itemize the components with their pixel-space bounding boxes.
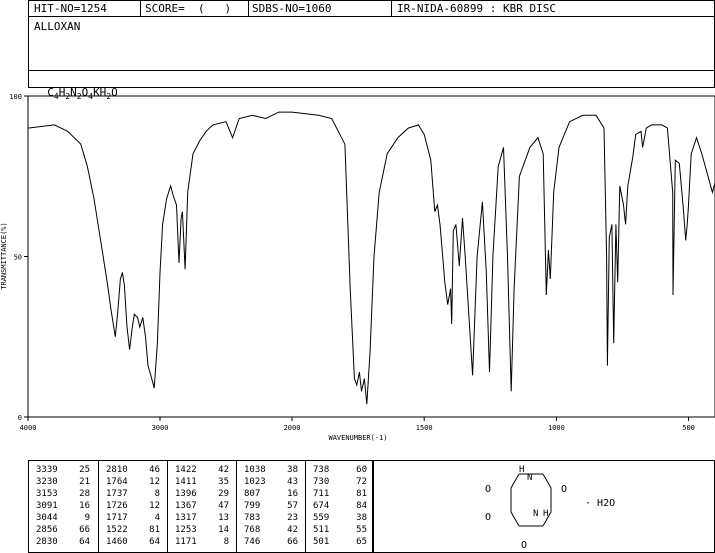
peak-col-sep-2 (167, 460, 168, 553)
atom-n-right: N (533, 509, 538, 519)
peak-wavenumber: 738 (313, 465, 330, 475)
peak-transmittance: 13 (218, 513, 229, 523)
peak-transmittance: 16 (287, 489, 298, 499)
peak-transmittance: 55 (356, 525, 367, 535)
peak-transmittance: 65 (356, 537, 367, 547)
peak-wavenumber: 1411 (175, 477, 197, 487)
peak-transmittance: 60 (356, 465, 367, 475)
alloxan-structure: O O O O H H N N · H2O (485, 465, 615, 551)
peak-wavenumber: 1460 (106, 537, 128, 547)
atom-o-bottom: O (521, 540, 527, 551)
peak-transmittance: 66 (79, 525, 90, 535)
peak-wavenumber: 559 (313, 513, 330, 523)
peak-transmittance: 64 (79, 537, 90, 547)
spectrum-line (27, 111, 715, 405)
atom-h-right: H (543, 509, 548, 519)
peak-transmittance: 8 (223, 537, 229, 547)
peak-wavenumber: 3230 (36, 477, 58, 487)
atom-o-right-top: O (561, 484, 567, 495)
atom-o-left-bottom: O (485, 512, 491, 523)
peak-wavenumber: 730 (313, 477, 330, 487)
peak-transmittance: 8 (154, 489, 160, 499)
peak-wavenumber: 1317 (175, 513, 197, 523)
peak-transmittance: 64 (149, 537, 160, 547)
peak-wavenumber: 1522 (106, 525, 128, 535)
x-axis-label: WAVENUMBER(-1) (328, 434, 387, 442)
peak-wavenumber: 1038 (244, 465, 266, 475)
peak-transmittance: 43 (287, 477, 298, 487)
peak-wavenumber: 3091 (36, 501, 58, 511)
peak-wavenumber: 746 (244, 537, 261, 547)
peak-transmittance: 29 (218, 489, 229, 499)
peak-wavenumber: 1422 (175, 465, 197, 475)
peak-transmittance: 57 (287, 501, 298, 511)
x-tick-label: 1500 (416, 424, 433, 432)
peak-transmittance: 21 (79, 477, 90, 487)
atom-h-top: H (519, 465, 524, 475)
hydrate-label: · H2O (585, 498, 615, 509)
peak-col-sep-1 (98, 460, 99, 553)
peak-transmittance: 81 (356, 489, 367, 499)
atom-o-left-top: O (485, 484, 491, 495)
x-tick-label: 3000 (152, 424, 169, 432)
y-tick-label: 50 (14, 254, 22, 262)
peak-transmittance: 28 (79, 489, 90, 499)
peak-wavenumber: 3044 (36, 513, 58, 523)
peak-transmittance: 81 (149, 525, 160, 535)
atom-n-top: N (527, 473, 532, 483)
peak-wavenumber: 2810 (106, 465, 128, 475)
x-tick-label: 4000 (20, 424, 37, 432)
peak-wavenumber: 711 (313, 489, 330, 499)
x-tick-label: 500 (682, 424, 695, 432)
peak-transmittance: 23 (287, 513, 298, 523)
peak-transmittance: 4 (154, 513, 160, 523)
peak-transmittance: 14 (218, 525, 229, 535)
x-tick-label: 1000 (548, 424, 565, 432)
x-tick-label: 2000 (284, 424, 301, 432)
peak-wavenumber: 674 (313, 501, 330, 511)
peak-transmittance: 66 (287, 537, 298, 547)
y-axis-label: TRANSMITTANCE(%) (0, 222, 8, 289)
peak-wavenumber: 1396 (175, 489, 197, 499)
peak-wavenumber: 3153 (36, 489, 58, 499)
peak-wavenumber: 783 (244, 513, 261, 523)
peak-wavenumber: 1726 (106, 501, 128, 511)
peak-wavenumber: 1717 (106, 513, 128, 523)
peak-wavenumber: 807 (244, 489, 261, 499)
peak-wavenumber: 1764 (106, 477, 128, 487)
peak-transmittance: 35 (218, 477, 229, 487)
peak-transmittance: 38 (287, 465, 298, 475)
peak-transmittance: 38 (356, 513, 367, 523)
peak-wavenumber: 1253 (175, 525, 197, 535)
peak-wavenumber: 768 (244, 525, 261, 535)
peak-wavenumber: 1023 (244, 477, 266, 487)
peak-transmittance: 46 (149, 465, 160, 475)
ir-spectrum-chart: 0 50 100 4000 3000 2000 1500 1000 500 TRANSMITT… (0, 93, 715, 442)
peak-wavenumber: 511 (313, 525, 330, 535)
peak-wavenumber: 2856 (36, 525, 58, 535)
peak-wavenumber: 1171 (175, 537, 197, 547)
y-tick-label: 0 (18, 414, 22, 422)
y-tick-label: 100 (9, 93, 22, 101)
peak-wavenumber: 799 (244, 501, 261, 511)
peak-wavenumber: 2830 (36, 537, 58, 547)
peak-transmittance: 25 (79, 465, 90, 475)
peak-wavenumber: 501 (313, 537, 330, 547)
peak-transmittance: 9 (84, 513, 90, 523)
peak-transmittance: 84 (356, 501, 367, 511)
peak-transmittance: 72 (356, 477, 367, 487)
peak-transmittance: 12 (149, 501, 160, 511)
peak-transmittance: 42 (218, 465, 229, 475)
peak-transmittance: 42 (287, 525, 298, 535)
peak-transmittance: 47 (218, 501, 229, 511)
peak-wavenumber: 1367 (175, 501, 197, 511)
peak-col-sep-4 (305, 460, 306, 553)
peak-transmittance: 16 (79, 501, 90, 511)
peak-wavenumber: 1737 (106, 489, 128, 499)
peak-transmittance: 12 (149, 477, 160, 487)
peak-wavenumber: 3339 (36, 465, 58, 475)
peak-col-sep-3 (236, 460, 237, 553)
